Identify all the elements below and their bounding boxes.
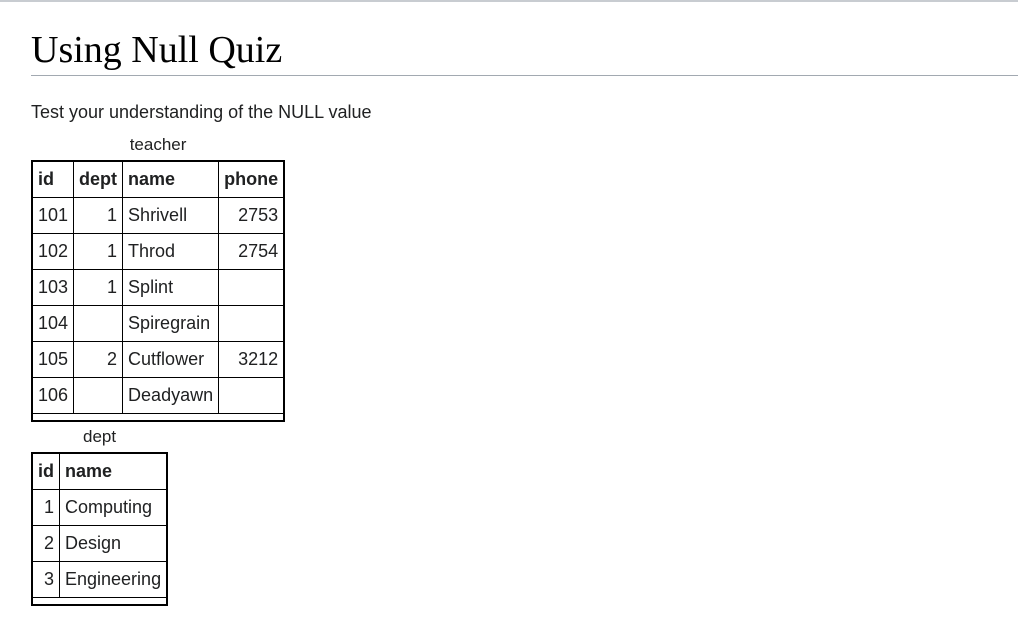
cell-id: 3: [31, 561, 60, 598]
cell-id: 106: [31, 377, 75, 414]
cell-id: 101: [31, 197, 75, 234]
table-row: 3 Engineering: [31, 561, 168, 598]
table-row: 103 1 Splint: [31, 269, 285, 306]
cell-name: Cutflower: [122, 341, 220, 378]
dept-caption: dept: [82, 427, 117, 446]
cell-dept: 1: [73, 197, 124, 234]
cell-phone: [218, 305, 285, 342]
cell-dept: [73, 377, 124, 414]
cell-name: Computing: [59, 489, 168, 526]
cell-phone: 2753: [218, 197, 285, 234]
top-border: [0, 0, 1018, 2]
teacher-table: teacher id dept name phone 101 1 Shrivel…: [31, 134, 286, 422]
table-footer-cell: [32, 597, 168, 606]
table-row: 104 Spiregrain: [31, 305, 285, 342]
cell-id: 102: [31, 233, 75, 270]
column-header-id: id: [31, 452, 60, 490]
cell-name: Engineering: [59, 561, 168, 598]
cell-name: Spiregrain: [122, 305, 220, 342]
table-row: 2 Design: [31, 525, 168, 562]
intro-text: Test your understanding of the NULL valu…: [31, 102, 372, 122]
cell-dept: 1: [73, 233, 124, 270]
cell-dept: [73, 305, 124, 342]
teacher-caption: teacher: [129, 135, 187, 154]
cell-phone: [218, 377, 285, 414]
column-header-dept: dept: [73, 160, 124, 198]
table-row: 101 1 Shrivell 2753: [31, 197, 285, 234]
table-row: 105 2 Cutflower 3212: [31, 341, 285, 378]
cell-id: 105: [31, 341, 75, 378]
table-header-row: id name: [31, 452, 168, 490]
cell-phone: 2754: [218, 233, 285, 270]
table-row: 106 Deadyawn: [31, 377, 285, 414]
table-footer-row: [32, 597, 168, 606]
table-row: 1 Computing: [31, 489, 168, 526]
page-title: Using Null Quiz: [31, 25, 1018, 76]
cell-dept: 2: [73, 341, 124, 378]
cell-id: 2: [31, 525, 60, 562]
cell-name: Shrivell: [122, 197, 220, 234]
cell-id: 1: [31, 489, 60, 526]
cell-dept: 1: [73, 269, 124, 306]
cell-phone: 3212: [218, 341, 285, 378]
table-row: 102 1 Throd 2754: [31, 233, 285, 270]
cell-name: Design: [59, 525, 168, 562]
dept-table: dept id name 1 Computing 2 Design 3 Engi…: [31, 426, 169, 606]
cell-name: Throd: [122, 233, 220, 270]
column-header-phone: phone: [218, 160, 285, 198]
cell-id: 104: [31, 305, 75, 342]
table-header-row: id dept name phone: [31, 160, 285, 198]
table-footer-cell: [32, 413, 285, 422]
cell-name: Deadyawn: [122, 377, 220, 414]
column-header-name: name: [59, 452, 168, 490]
page-content: Using Null Quiz Test your understanding …: [31, 25, 1018, 606]
column-header-id: id: [31, 160, 75, 198]
column-header-name: name: [122, 160, 220, 198]
table-footer-row: [32, 413, 285, 422]
cell-phone: [218, 269, 285, 306]
cell-name: Splint: [122, 269, 220, 306]
cell-id: 103: [31, 269, 75, 306]
